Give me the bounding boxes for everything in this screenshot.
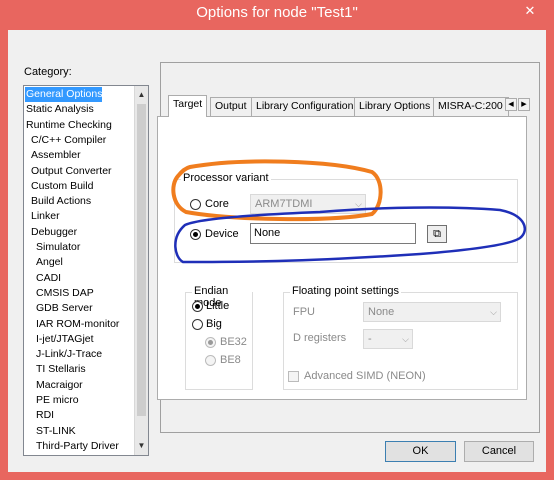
device-input[interactable]: None — [250, 223, 416, 244]
fpu-label: FPU — [293, 306, 315, 318]
category-item[interactable]: IAR ROM-monitor — [25, 317, 119, 332]
category-item[interactable]: Linker — [25, 209, 60, 224]
core-select-value: ARM7TDMI — [255, 198, 313, 210]
category-item[interactable]: I-jet/JTAGjet — [25, 332, 94, 347]
category-item[interactable]: Macraigor — [25, 378, 83, 393]
category-item[interactable]: RDI — [25, 408, 54, 423]
category-item[interactable]: Simulator — [25, 240, 80, 255]
window-title: Options for node "Test1" — [196, 4, 358, 21]
advanced-simd-checkbox[interactable] — [288, 371, 299, 382]
tab-output[interactable]: Output — [210, 97, 252, 116]
tab-library-configuration[interactable]: Library Configuration — [251, 97, 359, 116]
ok-button[interactable]: OK — [385, 441, 456, 462]
category-item[interactable]: General Options — [25, 87, 103, 102]
core-radio[interactable] — [190, 199, 201, 210]
chevron-down-icon: ⌵ — [355, 199, 362, 209]
tab-library-options[interactable]: Library Options — [354, 97, 436, 116]
category-item[interactable]: PE micro — [25, 393, 79, 408]
chevron-down-icon[interactable]: ▼ — [135, 438, 148, 454]
close-icon[interactable]: ✕ — [515, 0, 545, 22]
category-item[interactable]: Debugger — [25, 225, 77, 240]
category-item[interactable]: Assembler — [25, 148, 81, 163]
category-item[interactable]: Build Actions — [25, 194, 91, 209]
category-label: Category: — [24, 66, 72, 78]
d-registers-select[interactable]: - ⌵ — [363, 329, 413, 349]
category-item[interactable]: Runtime Checking — [25, 118, 112, 133]
chevron-right-icon[interactable]: ▶ — [518, 98, 530, 111]
little-radio[interactable] — [192, 301, 203, 312]
floating-point-title: Floating point settings — [290, 285, 402, 297]
category-item[interactable]: GDB Server — [25, 301, 93, 316]
chevron-up-icon[interactable]: ▲ — [135, 87, 148, 103]
chevron-down-icon: ⌵ — [402, 334, 409, 344]
fpu-select[interactable]: None ⌵ — [363, 302, 501, 322]
processor-variant-group: Processor variant — [174, 172, 518, 263]
category-list[interactable]: ▲ ▼ General Options Static Analysis Runtim… — [23, 85, 149, 456]
tab-target[interactable]: Target — [168, 95, 208, 117]
processor-variant-title: Processor variant — [181, 172, 271, 184]
chevron-down-icon: ⌵ — [490, 307, 497, 317]
be8-radio[interactable] — [205, 355, 216, 366]
cancel-button[interactable]: Cancel — [464, 441, 534, 462]
be8-label: BE8 — [220, 354, 241, 366]
category-item[interactable]: TI Stellaris — [25, 362, 86, 377]
category-item[interactable]: Third-Party Driver — [25, 439, 119, 454]
title-bar: Options for node "Test1" ✕ — [0, 0, 554, 29]
target-tab-panel: Processor variant Core ARM7TDMI ⌵ Device… — [157, 116, 527, 400]
category-item[interactable]: CMSIS DAP — [25, 286, 94, 301]
category-item[interactable]: Static Analysis — [25, 102, 94, 117]
category-item[interactable]: Output Converter — [25, 164, 112, 179]
big-label: Big — [206, 318, 222, 330]
device-picker-icon[interactable]: ⧉ — [427, 225, 447, 243]
category-item[interactable]: J-Link/J-Trace — [25, 347, 102, 362]
core-label: Core — [205, 198, 229, 210]
device-radio[interactable] — [190, 229, 201, 240]
category-scrollbar[interactable]: ▲ ▼ — [134, 86, 148, 455]
category-item[interactable]: Angel — [25, 255, 63, 270]
d-registers-label: D registers — [293, 332, 347, 344]
tab-misra-c[interactable]: MISRA-C:200 — [433, 97, 509, 116]
category-item[interactable]: C/C++ Compiler — [25, 133, 106, 148]
category-item[interactable]: ST-LINK — [25, 424, 76, 439]
category-item[interactable]: Custom Build — [25, 179, 93, 194]
be32-radio[interactable] — [205, 337, 216, 348]
advanced-simd-label: Advanced SIMD (NEON) — [304, 370, 426, 382]
little-label: Little — [206, 300, 230, 312]
device-label: Device — [205, 228, 239, 240]
category-item[interactable]: CADI — [25, 271, 61, 286]
scroll-thumb[interactable] — [137, 104, 146, 416]
chevron-left-icon[interactable]: ◀ — [505, 98, 517, 111]
d-registers-value: - — [368, 333, 372, 345]
be32-label: BE32 — [220, 336, 247, 348]
big-radio[interactable] — [192, 319, 203, 330]
core-select[interactable]: ARM7TDMI ⌵ — [250, 194, 366, 214]
fpu-select-value: None — [368, 306, 395, 318]
